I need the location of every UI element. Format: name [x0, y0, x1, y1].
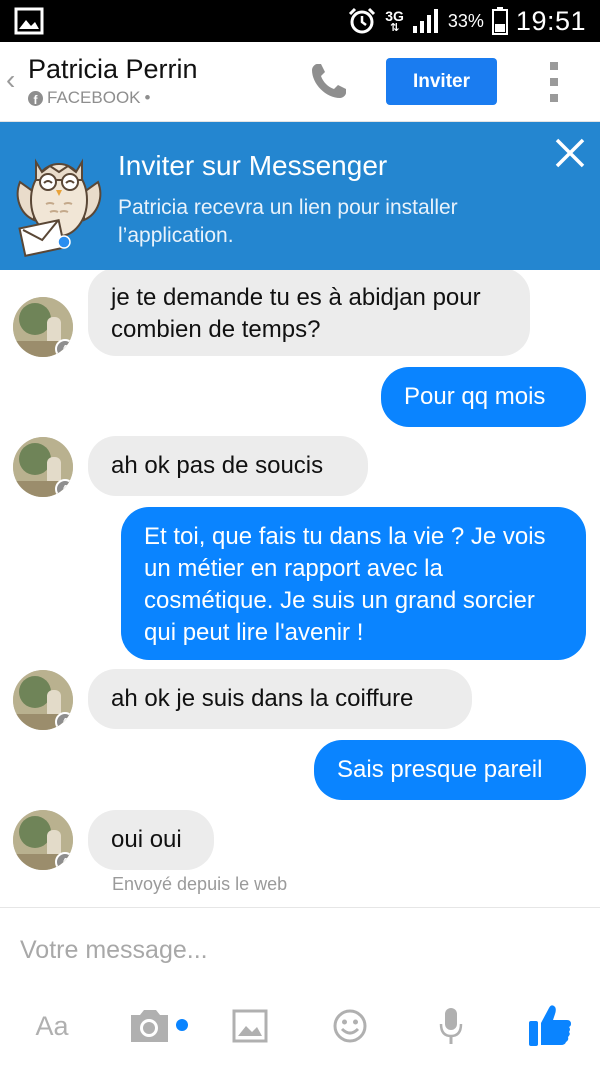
- gallery-icon: [14, 7, 44, 35]
- camera-button[interactable]: [128, 1006, 190, 1046]
- image-icon: [232, 1009, 268, 1043]
- message-list[interactable]: f je te demande tu es à abidjan pour com…: [0, 270, 600, 907]
- outgoing-message[interactable]: Pour qq mois: [381, 367, 586, 427]
- composer: Aa: [0, 907, 600, 1067]
- emoji-icon: [333, 1009, 367, 1043]
- source-label: FACEBOOK: [47, 88, 141, 107]
- conversation-header: ‹ Patricia Perrin f FACEBOOK • Inviter: [0, 42, 600, 122]
- avatar[interactable]: f: [13, 810, 73, 870]
- invite-button[interactable]: Inviter: [386, 58, 497, 105]
- kebab-menu-icon[interactable]: [544, 62, 564, 102]
- source-suffix: •: [144, 88, 151, 107]
- microphone-icon: [439, 1008, 463, 1044]
- contact-name[interactable]: Patricia Perrin: [28, 54, 198, 85]
- incoming-message[interactable]: je te demande tu es à abidjan pour combi…: [88, 270, 530, 356]
- gallery-button[interactable]: [230, 1006, 270, 1046]
- invite-banner[interactable]: Inviter sur Messenger Patricia recevra u…: [0, 122, 600, 270]
- emoji-button[interactable]: [330, 1006, 370, 1046]
- avatar[interactable]: f: [13, 297, 73, 357]
- camera-icon: [131, 1010, 188, 1042]
- network-type: 3G ⇅: [385, 8, 404, 34]
- message-input[interactable]: [20, 932, 580, 968]
- phone-icon[interactable]: [308, 60, 350, 102]
- microphone-button[interactable]: [436, 1006, 466, 1046]
- outgoing-message[interactable]: Et toi, que fais tu dans la vie ? Je voi…: [121, 507, 586, 660]
- battery-icon: [491, 7, 508, 35]
- back-chevron-icon[interactable]: ‹: [6, 64, 15, 96]
- battery-percent: 33%: [447, 10, 484, 31]
- thumbs-up-icon: [529, 1005, 571, 1046]
- contact-source: f FACEBOOK •: [28, 88, 150, 108]
- like-button[interactable]: [526, 1000, 574, 1050]
- outgoing-message[interactable]: Sais presque pareil: [314, 740, 586, 800]
- incoming-message[interactable]: ah ok je suis dans la coiffure: [88, 669, 472, 729]
- signal-icon: [412, 9, 438, 33]
- clock: 19:51: [515, 5, 586, 36]
- banner-title: Inviter sur Messenger: [118, 150, 388, 181]
- avatar[interactable]: f: [13, 437, 73, 497]
- close-icon[interactable]: [553, 136, 587, 170]
- incoming-message[interactable]: ah ok pas de soucis: [88, 436, 368, 496]
- facebook-icon: f: [28, 90, 43, 106]
- sent-from-web-label: Envoyé depuis le web: [112, 874, 288, 894]
- alarm-icon: [349, 7, 376, 34]
- avatar[interactable]: f: [13, 670, 73, 730]
- text-format-button[interactable]: Aa: [30, 1006, 74, 1046]
- incoming-message[interactable]: oui oui: [88, 810, 214, 870]
- banner-text: Patricia recevra un lien pour installer …: [118, 196, 458, 247]
- status-bar: 3G ⇅ 33% 19:51: [0, 0, 600, 42]
- owl-mascot-icon: [16, 158, 102, 258]
